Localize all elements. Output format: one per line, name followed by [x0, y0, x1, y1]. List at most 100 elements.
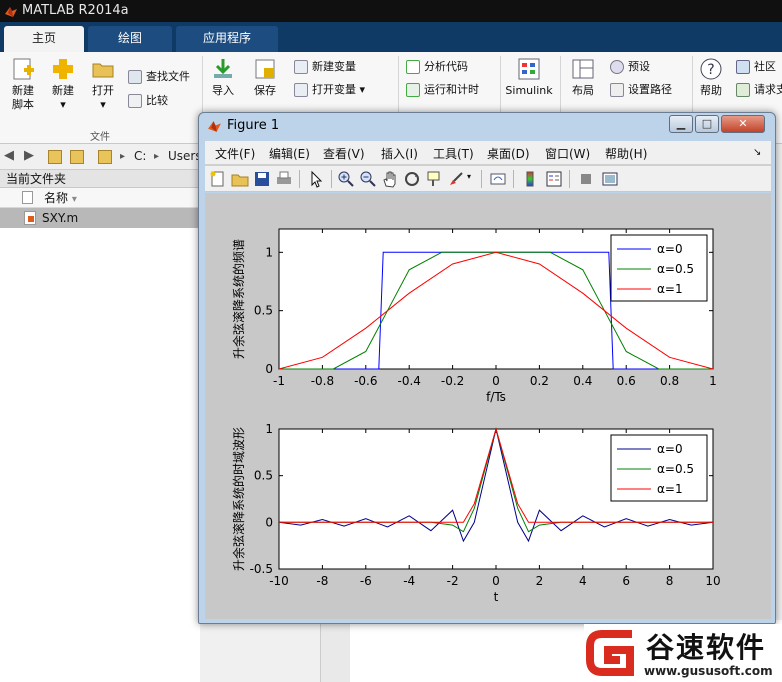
up-folder-icon[interactable]	[48, 150, 62, 164]
rotate-3d-icon[interactable]	[403, 170, 421, 188]
tab-plots[interactable]: 绘图	[88, 26, 172, 52]
import-label: 导入	[212, 84, 234, 97]
zoom-in-icon[interactable]	[337, 170, 355, 188]
community-button[interactable]: 社区	[736, 58, 776, 76]
import-arrow-icon	[214, 59, 232, 78]
brush-icon[interactable]	[447, 170, 465, 188]
new-figure-icon[interactable]	[209, 170, 227, 188]
help-icon: ?	[700, 58, 722, 80]
current-folder-address-bar: ◀ ▶ ▸ C: ▸ Users	[0, 144, 202, 170]
close-button[interactable]: ✕	[721, 115, 765, 133]
x-tick-label: 4	[579, 574, 587, 588]
x-tick-label: 0.8	[660, 374, 679, 388]
matlab-logo-icon	[208, 121, 221, 132]
link-plot-icon[interactable]	[489, 170, 507, 188]
new-button[interactable]: 新建 ▾	[46, 56, 80, 112]
x-tick-label: -8	[316, 574, 328, 588]
figure-window: Figure 1 ▁ □ ✕ 文件(F) 编辑(E) 查看(V) 插入(I) 工…	[198, 112, 776, 624]
pointer-arrow-icon[interactable]	[307, 170, 325, 188]
figure-plots[interactable]: -1 -0.8 -0.6 -0.4 -0.2 0 0.2 0.4 0.6 0.8 100.51f/T…	[205, 193, 771, 619]
list-item[interactable]: SXY.m	[0, 208, 200, 228]
menu-help[interactable]: 帮助(H)	[605, 145, 647, 162]
simulink-icon	[518, 58, 540, 80]
maximize-button[interactable]: □	[695, 115, 719, 133]
y-tick-label: 0	[265, 515, 273, 529]
open-file-icon[interactable]	[231, 170, 249, 188]
column-header-name[interactable]: 名称 ▾	[0, 188, 200, 208]
current-folder-header: 当前文件夹	[0, 170, 200, 188]
x-tick-label: -4	[403, 574, 415, 588]
simulink-button[interactable]: Simulink	[504, 56, 554, 98]
set-path-button[interactable]: 设置路径	[610, 81, 672, 99]
new-variable-label: 新建变量	[312, 60, 356, 73]
save-figure-icon[interactable]	[253, 170, 271, 188]
open-button[interactable]: 打开 ▾	[86, 56, 120, 112]
help-button[interactable]: ? 帮助	[696, 56, 726, 98]
set-path-label: 设置路径	[628, 83, 672, 96]
menu-insert[interactable]: 插入(I)	[381, 145, 418, 162]
figure-toolbar: ▾	[205, 166, 771, 192]
current-folder-panel: 当前文件夹 名称 ▾ SXY.m	[0, 170, 200, 682]
back-arrow-icon[interactable]: ◀	[4, 148, 14, 163]
open-variable-button[interactable]: 打开变量 ▾	[294, 81, 365, 99]
find-files-button[interactable]: 查找文件	[128, 68, 190, 86]
figure-title-bar[interactable]: Figure 1 ▁ □ ✕	[199, 113, 775, 139]
colorbar-icon[interactable]	[521, 170, 539, 188]
print-icon[interactable]	[275, 170, 293, 188]
y-tick-label: 1	[265, 422, 273, 436]
brush-dropdown-icon[interactable]: ▾	[467, 172, 471, 181]
show-plot-tools-icon[interactable]	[601, 170, 619, 188]
import-data-button[interactable]: 导入	[208, 56, 238, 98]
minimize-button[interactable]: ▁	[669, 115, 693, 133]
run-and-time-button[interactable]: 运行和计时	[406, 81, 479, 99]
x-tick-label: 0.2	[530, 374, 549, 388]
compare-button[interactable]: 比较	[128, 92, 168, 110]
menu-view[interactable]: 查看(V)	[323, 145, 365, 162]
data-cursor-icon[interactable]	[425, 170, 443, 188]
request-support-label: 请求支	[754, 83, 782, 96]
x-tick-label: 0	[492, 374, 500, 388]
browse-folder-icon[interactable]	[70, 150, 84, 164]
menu-desktop[interactable]: 桌面(D)	[487, 145, 530, 162]
y-tick-label: 0.5	[254, 469, 273, 483]
legend-icon[interactable]	[545, 170, 563, 188]
tab-apps[interactable]: 应用程序	[176, 26, 278, 52]
path-segment-c[interactable]: C:	[134, 149, 146, 163]
app-title: MATLAB R2014a	[22, 3, 129, 18]
menu-file[interactable]: 文件(F)	[215, 145, 255, 162]
set-path-icon	[610, 83, 624, 97]
panel-divider[interactable]	[320, 620, 350, 682]
new-variable-icon	[294, 60, 308, 74]
new-script-icon	[13, 58, 34, 80]
y-axis-label: 升余弦滚降系统的时域波形	[231, 427, 246, 571]
tab-home[interactable]: 主页	[4, 26, 84, 52]
open-variable-label: 打开变量	[312, 83, 356, 96]
preferences-button[interactable]: 预设	[610, 58, 650, 76]
x-tick-label: 10	[705, 574, 720, 588]
run-and-time-label: 运行和计时	[424, 83, 479, 96]
path-segment-users[interactable]: Users	[168, 149, 202, 163]
minimize-icon: ▁	[676, 117, 686, 130]
new-variable-button[interactable]: 新建变量	[294, 58, 356, 76]
analyze-code-button[interactable]: 分析代码	[406, 58, 468, 76]
open-variable-icon	[294, 83, 308, 97]
pan-hand-icon[interactable]	[381, 170, 399, 188]
layout-button[interactable]: 布局	[566, 56, 600, 98]
menu-window[interactable]: 窗口(W)	[545, 145, 590, 162]
zoom-out-icon[interactable]	[359, 170, 377, 188]
watermark: 谷速软件 www.gususoft.com	[584, 624, 782, 682]
request-support-button[interactable]: 请求支	[736, 81, 782, 99]
hide-plot-tools-icon[interactable]	[577, 170, 595, 188]
maximize-icon: □	[701, 117, 713, 130]
layout-icon	[572, 59, 594, 79]
menu-tools[interactable]: 工具(T)	[433, 145, 474, 162]
menu-edit[interactable]: 编辑(E)	[269, 145, 310, 162]
y-tick-label: 0.5	[254, 304, 273, 318]
dock-arrow-icon[interactable]: ↘	[753, 147, 761, 158]
new-script-button[interactable]: 新建 脚本	[6, 56, 40, 112]
legend-entry: α=0.5	[657, 462, 694, 476]
save-label: 保存	[254, 84, 276, 97]
find-files-icon	[128, 70, 142, 84]
save-workspace-button[interactable]: 保存	[248, 56, 282, 98]
forward-arrow-icon[interactable]: ▶	[24, 148, 34, 163]
